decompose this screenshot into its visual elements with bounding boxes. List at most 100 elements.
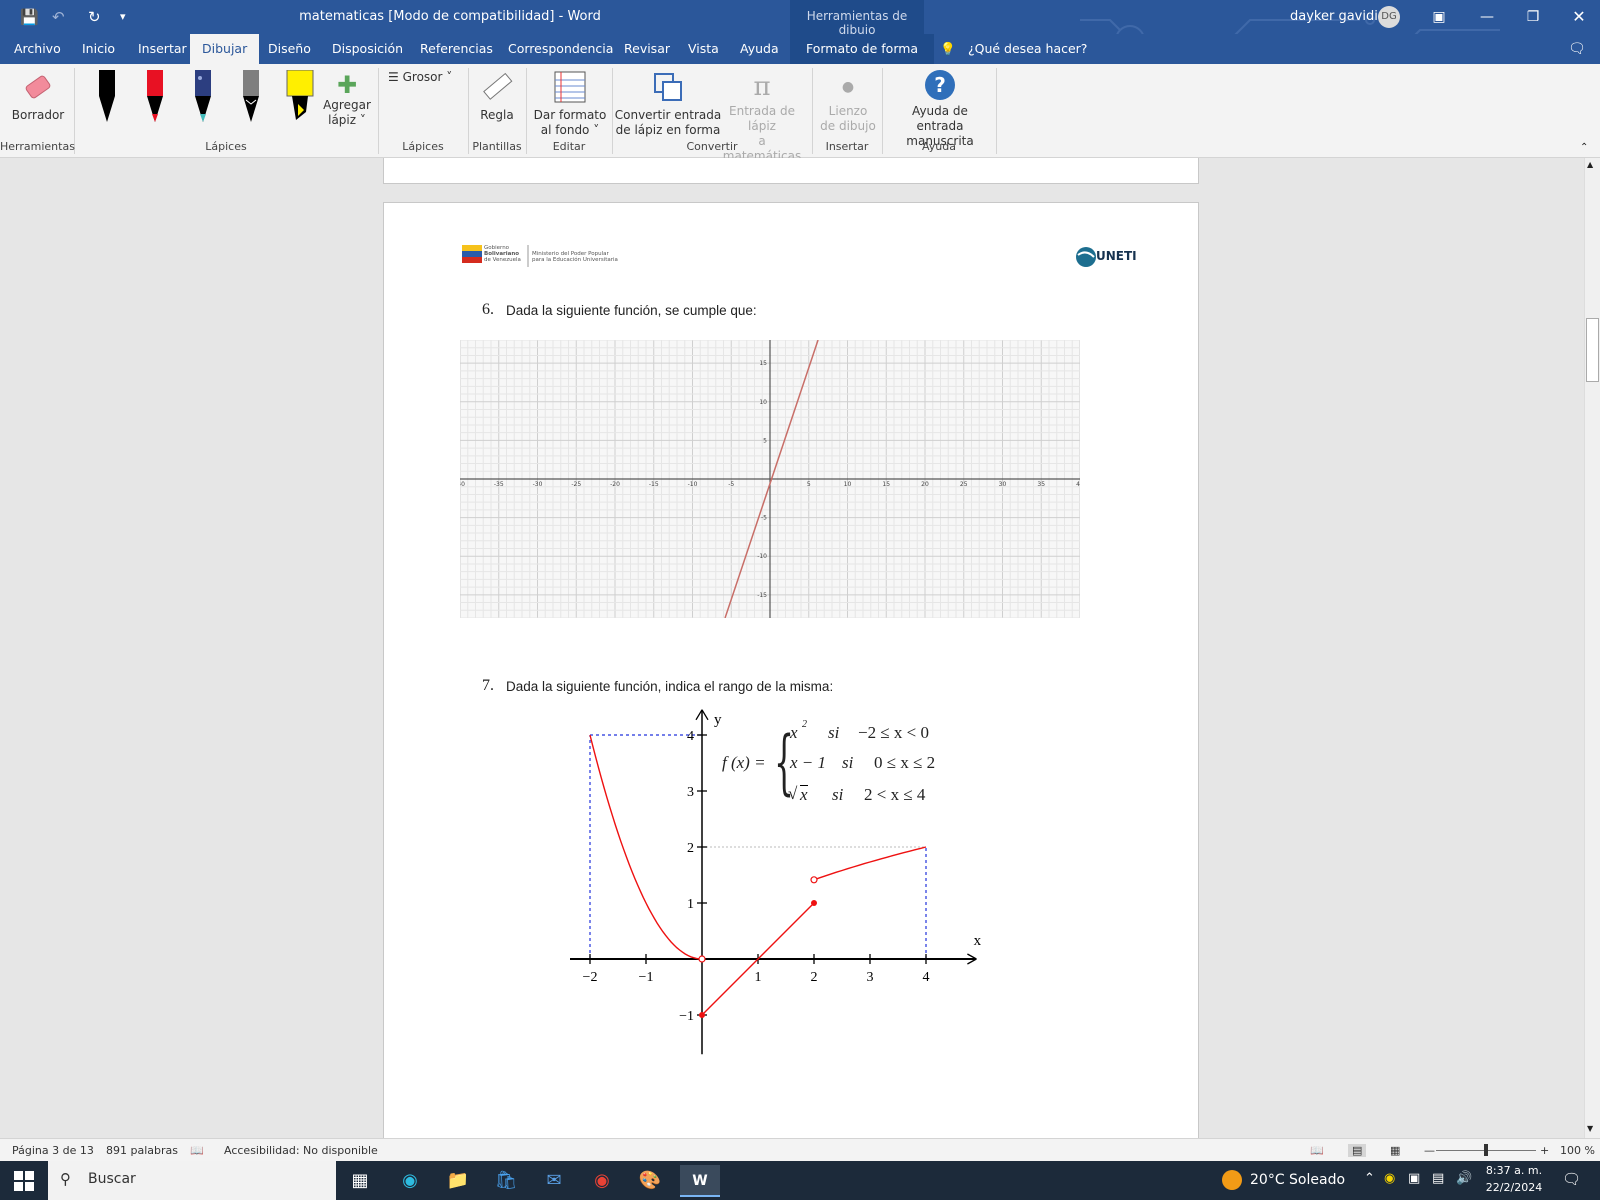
x-tick-label: -35 (494, 481, 504, 488)
zoom-out-icon[interactable]: — (1424, 1144, 1435, 1157)
scroll-up-icon[interactable]: ▲ (1587, 160, 1593, 169)
pen-red-icon[interactable] (144, 70, 166, 124)
y-axis-label: y (714, 712, 722, 728)
user-name[interactable]: dayker gavidia (1290, 9, 1386, 24)
notifications-icon[interactable]: 🗨 (1562, 1170, 1581, 1188)
meet-icon[interactable]: ▣ (1408, 1171, 1420, 1186)
zoom-slider-thumb[interactable] (1484, 1144, 1488, 1156)
drawing-canvas-button[interactable]: ● Lienzo de dibujo (816, 70, 880, 134)
mail-icon[interactable]: ✉ (534, 1165, 574, 1197)
x-tick-label: -40 (460, 481, 465, 488)
x-tick-label: 20 (921, 481, 929, 488)
taskbar-search[interactable]: ⚲ Buscar (48, 1161, 336, 1200)
scroll-thumb[interactable] (1586, 318, 1599, 382)
x-tick-label: −2 (583, 970, 598, 985)
scroll-down-icon[interactable]: ▼ (1587, 1124, 1593, 1133)
x-tick-label: 15 (882, 481, 890, 488)
vertical-scrollbar[interactable]: ▲ ▼ (1584, 158, 1600, 1138)
comments-icon[interactable]: 🗨 (1566, 34, 1588, 64)
windows-start-icon[interactable] (14, 1171, 34, 1191)
format-background-button[interactable]: Dar formato al fondo ˅ (530, 70, 610, 138)
document-page[interactable]: Gobierno Bolivariano de Venezuela Minist… (383, 202, 1199, 1138)
open-point-2-sqrt2 (810, 876, 818, 884)
tab-referencias[interactable]: Referencias (418, 34, 495, 64)
taskbar: ⚲ Buscar ▦ ◉ 📁 🛍 ✉ ◉ 🎨 W 20°C Soleado ⌃ … (0, 1161, 1600, 1200)
group-label-edit: Editar (552, 140, 586, 153)
tab-ayuda[interactable]: Ayuda (738, 34, 781, 64)
tell-me-search[interactable]: ¿Qué desea hacer? (966, 34, 1089, 64)
paint-icon[interactable]: 🎨 (630, 1165, 670, 1197)
pen-black-icon[interactable] (96, 70, 118, 124)
tab-vista[interactable]: Vista (686, 34, 721, 64)
pen-galaxy-icon[interactable] (192, 70, 214, 124)
x-tick-label: -30 (533, 481, 543, 488)
file-explorer-icon[interactable]: 📁 (438, 1165, 478, 1197)
y-tick-label: -10 (757, 553, 767, 560)
tab-archivo[interactable]: Archivo (12, 34, 63, 64)
convert-ink-to-shape-button[interactable]: Convertir entrada de lápiz en forma (614, 70, 722, 138)
eraser-button[interactable]: Borrador (8, 70, 68, 123)
question-7-text: Dada la siguiente función, indica el ran… (506, 679, 834, 694)
ruler-button[interactable]: Regla (472, 70, 522, 123)
tray-chevron-icon[interactable]: ⌃ (1364, 1171, 1375, 1186)
piece-3-condition: 2 < x ≤ 4 (864, 785, 926, 804)
web-layout-icon[interactable]: ▦ (1390, 1144, 1400, 1157)
collapse-ribbon-icon[interactable]: ⌃ (1580, 142, 1588, 153)
restore-icon[interactable]: ❐ (1520, 4, 1546, 30)
pencil-gray-icon[interactable] (240, 70, 262, 124)
tab-revisar[interactable]: Revisar (622, 34, 672, 64)
piece-1-exponent: 2 (802, 719, 807, 730)
minimize-icon[interactable]: — (1474, 4, 1500, 30)
page-count[interactable]: Página 3 de 13 (12, 1144, 94, 1157)
tray-app-icon[interactable]: ◉ (1384, 1171, 1395, 1186)
series-sqrt-x (813, 846, 927, 881)
x-tick-label: 2 (811, 970, 818, 985)
thickness-dropdown[interactable]: ☰ Grosor ˅ (388, 70, 458, 85)
title-bar: 💾 ↶ ↻ ▾ matematicas [Modo de compatibili… (0, 0, 1600, 55)
ink-help-button[interactable]: ? Ayuda de entrada manuscrita (888, 70, 992, 149)
group-separator (996, 68, 997, 154)
x-tick-label: 1 (755, 970, 762, 985)
thickness-icon: ☰ (388, 70, 399, 84)
chrome-icon[interactable]: ◉ (582, 1165, 622, 1197)
proofing-icon[interactable]: 📖 (190, 1144, 204, 1157)
clock-time[interactable]: 8:37 a. m. (1484, 1164, 1544, 1177)
clock-date[interactable]: 22/2/2024 (1484, 1181, 1544, 1194)
tab-dibujar[interactable]: Dibujar (190, 34, 260, 64)
edge-icon[interactable]: ◉ (390, 1165, 430, 1197)
x-tick-label: -5 (728, 481, 734, 488)
print-layout-icon[interactable]: ▤ (1348, 1144, 1367, 1157)
tab-disposicion[interactable]: Disposición (330, 34, 405, 64)
word-count[interactable]: 891 palabras (106, 1144, 178, 1157)
lightbulb-icon[interactable]: 💡 (938, 34, 958, 64)
network-icon[interactable]: ▤ (1432, 1171, 1444, 1186)
zoom-level[interactable]: 100 % (1560, 1144, 1595, 1157)
tab-insertar[interactable]: Insertar (136, 34, 189, 64)
tab-inicio[interactable]: Inicio (80, 34, 117, 64)
sqrt-symbol: √ (788, 784, 798, 803)
ribbon-display-icon[interactable]: ▣ (1426, 4, 1452, 30)
tab-correspondencia[interactable]: Correspondencia (506, 34, 615, 64)
y-tick-label: 15 (759, 360, 767, 367)
zoom-in-icon[interactable]: + (1540, 1144, 1549, 1157)
user-avatar[interactable]: DG (1378, 6, 1400, 28)
question-6-number: 6. (482, 301, 494, 318)
volume-icon[interactable]: 🔊 (1456, 1171, 1472, 1186)
status-bar: Página 3 de 13 891 palabras 📖 Accesibili… (0, 1138, 1600, 1161)
piece-1-condition: −2 ≤ x < 0 (858, 723, 930, 742)
close-icon[interactable]: ✕ (1566, 4, 1592, 30)
x-tick-label: 35 (1037, 481, 1045, 488)
read-mode-icon[interactable]: 📖 (1310, 1144, 1324, 1157)
weather-text[interactable]: 20°C Soleado (1250, 1172, 1345, 1188)
tab-formato-de-forma[interactable]: Formato de forma (790, 34, 935, 64)
tab-diseno[interactable]: Diseño (266, 34, 313, 64)
highlighter-yellow-icon[interactable] (286, 70, 314, 124)
task-view-icon[interactable]: ▦ (340, 1165, 380, 1197)
ministry-logo-text: Ministerio del Poder Popular para la Edu… (532, 251, 618, 263)
piecewise-definition: f (x) = { x 2 si −2 ≤ x < 0 x − 1 si 0 ≤… (722, 717, 962, 813)
store-icon[interactable]: 🛍 (486, 1165, 526, 1197)
word-taskbar-icon[interactable]: W (680, 1165, 720, 1197)
accessibility-status[interactable]: Accesibilidad: No disponible (224, 1144, 378, 1157)
weather-sun-icon[interactable] (1222, 1170, 1242, 1190)
add-pen-button[interactable]: ✚ Agregar lápiz ˅ (320, 72, 374, 128)
